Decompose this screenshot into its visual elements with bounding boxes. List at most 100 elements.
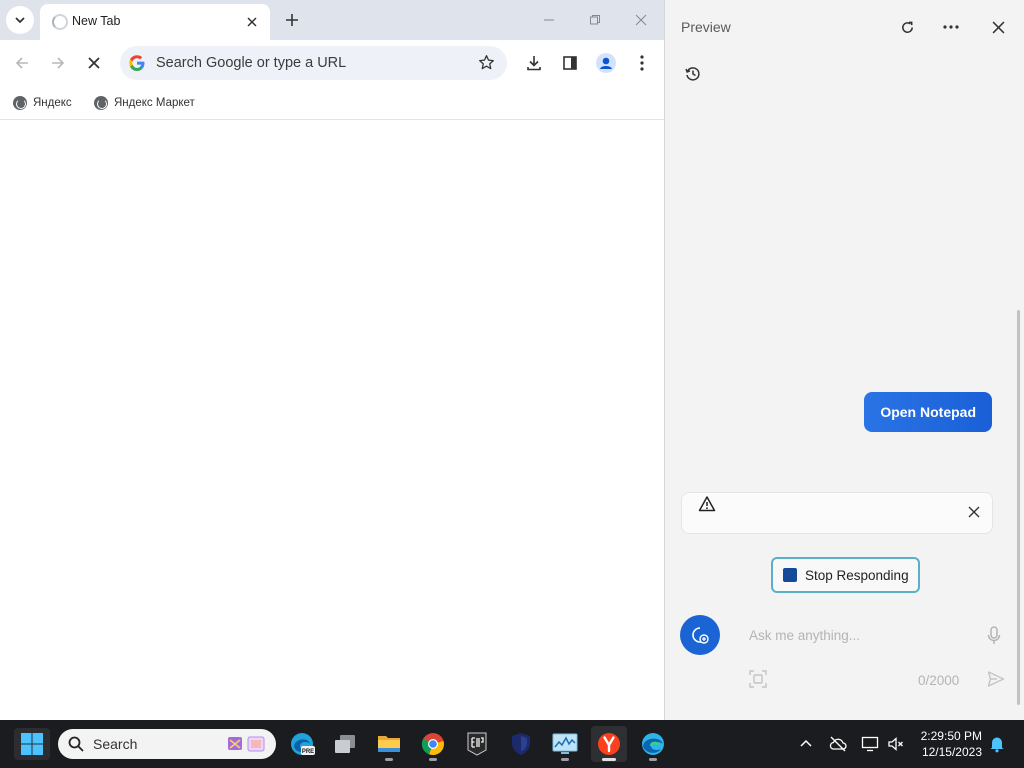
taskbar-app-file-explorer[interactable] [371,726,407,762]
tray-network-offline[interactable] [826,732,850,756]
taskbar-search-input[interactable] [93,729,213,759]
tray-display[interactable] [858,732,882,756]
chrome-window: New Tab Search Google or type a URL Янде… [0,0,664,720]
download-icon [527,56,541,71]
char-counter: 0/2000 [918,673,960,688]
chat-input[interactable] [733,612,963,662]
show-hidden-icons-button[interactable] [794,732,818,756]
add-image-button[interactable] [749,670,767,693]
more-horizontal-icon [943,25,959,29]
close-icon [88,57,100,69]
microphone-icon [987,626,1001,644]
clock-time: 2:29:50 PM [920,729,982,743]
notifications-button[interactable] [985,732,1009,756]
chrome-icon [421,733,444,756]
new-chat-icon [692,627,709,644]
chevron-up-icon [800,739,812,747]
arrow-right-icon [52,57,65,69]
side-panel-button[interactable] [556,49,584,77]
arrow-left-icon [15,57,28,69]
bookmark-label: Яндекс Маркет [114,97,195,109]
address-bar[interactable] [120,46,507,80]
stop-icon [783,568,797,582]
search-highlight-icon [226,734,268,754]
close-icon [968,506,980,518]
edge-beta-icon: PRE [291,733,315,755]
edge-icon [642,733,664,755]
downloads-button[interactable] [520,49,548,77]
monitor-icon [861,736,879,752]
tab-new-tab[interactable]: New Tab [40,4,270,40]
taskbar-app-chrome[interactable] [415,726,451,762]
taskbar-app-resource-monitor[interactable] [547,726,583,762]
chevron-down-icon [15,17,25,24]
tab-close-button[interactable] [242,12,262,32]
send-icon [987,671,1005,687]
profile-button[interactable] [592,49,620,77]
globe-icon [13,96,27,110]
new-tab-button[interactable] [280,8,304,32]
history-button[interactable] [681,62,705,86]
monitor-chart-icon [552,733,578,754]
send-button[interactable] [987,670,1005,693]
warning-icon [698,495,716,518]
copilot-pane: Preview Open Notepad Stop Responding Ask… [664,0,1024,720]
refresh-icon [901,21,913,33]
volume-muted-icon [888,737,903,751]
minimize-button[interactable] [535,8,563,32]
restore-button[interactable] [581,8,609,32]
bookmark-item[interactable]: Яндекс Маркет [94,93,195,113]
restore-icon [590,15,600,25]
taskbar-search[interactable] [58,729,276,759]
tray-volume[interactable] [884,732,908,756]
bookmarks-bar: Яндекс Яндекс Маркет [0,86,664,120]
tab-search-button[interactable] [6,6,34,34]
close-pane-button[interactable] [985,14,1011,40]
warning-card [681,492,993,534]
task-view-icon [335,735,355,753]
close-icon [247,17,257,27]
bookmark-star-button[interactable] [478,54,495,76]
bookmark-label: Яндекс [33,97,72,109]
chrome-menu-button[interactable] [628,49,656,77]
windows-logo-icon [21,733,43,755]
cloud-off-icon [829,736,847,752]
url-input[interactable] [156,46,456,80]
minimize-icon [544,19,554,21]
refresh-button[interactable] [894,14,920,40]
dismiss-warning-button[interactable] [968,505,980,523]
taskbar-app-epic-games[interactable] [459,726,495,762]
taskbar-app-edge-beta[interactable]: PRE [284,726,320,762]
microphone-button[interactable] [987,626,1001,651]
shield-icon [512,733,530,755]
google-icon [129,55,145,71]
taskbar-app-task-view[interactable] [327,726,363,762]
new-topic-button[interactable] [680,615,720,655]
close-window-button[interactable] [627,8,655,32]
taskbar-app-security[interactable] [503,726,539,762]
running-indicator [385,758,393,761]
image-search-icon [749,670,767,688]
system-clock[interactable]: 2:29:50 PM 12/15/2023 [921,728,982,760]
forward-button[interactable] [44,49,72,77]
stop-loading-button[interactable] [80,49,108,77]
back-button[interactable] [8,49,36,77]
svg-text:PRE: PRE [302,749,314,755]
folder-icon [378,736,400,752]
running-indicator [602,758,616,761]
start-button[interactable] [14,728,50,760]
taskbar-app-edge[interactable] [635,726,671,762]
profile-avatar-icon [596,53,616,73]
yandex-browser-icon [598,733,620,755]
side-panel-icon [563,56,577,70]
bookmark-item[interactable]: Яндекс [13,93,72,113]
pane-scrollbar[interactable] [1017,310,1020,705]
taskbar: PRE 2:29:50 PM 12/15/2023 [0,720,1024,768]
more-options-button[interactable] [938,14,964,40]
stop-responding-button[interactable]: Stop Responding [771,557,920,593]
taskbar-app-yandex-browser[interactable] [591,726,627,762]
running-indicator [649,758,657,761]
browser-toolbar [0,40,664,86]
tab-strip: New Tab [0,0,664,40]
epic-games-icon [467,732,487,756]
